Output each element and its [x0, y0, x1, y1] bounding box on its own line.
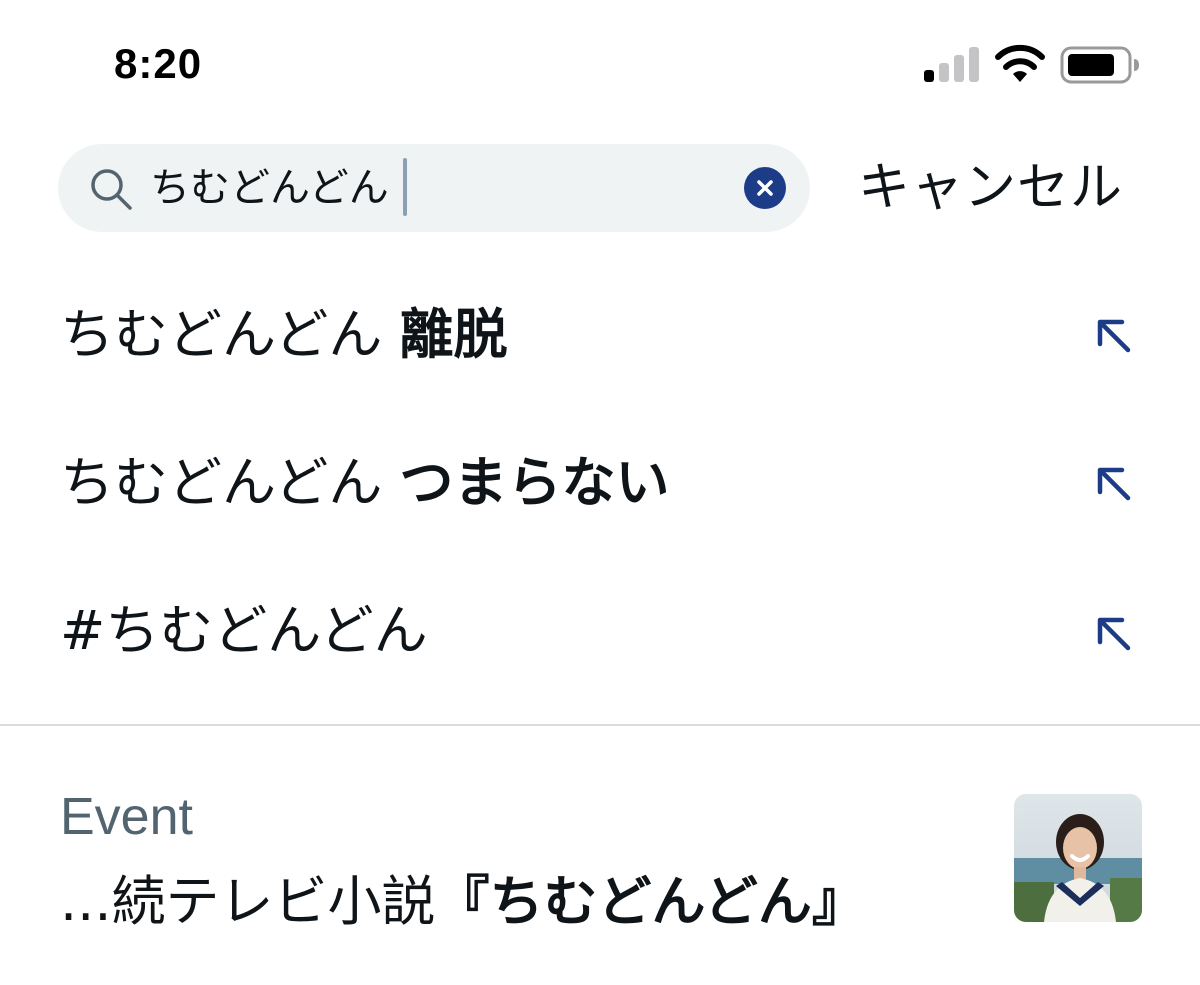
suggestion-text: #ちむどんどん [60, 566, 428, 696]
section-divider [0, 724, 1200, 726]
wifi-icon [995, 44, 1045, 82]
search-suggestion-item[interactable]: ちむどんどん 離脱 [0, 270, 1200, 400]
cellular-signal-icon [924, 47, 979, 82]
cancel-button[interactable]: キャンセル [858, 152, 1123, 224]
search-screen: 8:20 ちむどんどん キャンセル ちむどんどん 離脱 ちむどんどん つまらない… [0, 0, 1200, 985]
battery-icon [1060, 46, 1139, 84]
status-time: 8:20 [114, 40, 203, 87]
event-label: Event [60, 788, 193, 846]
arrow-up-left-icon[interactable] [1092, 462, 1134, 504]
suggestion-text: ちむどんどん つまらない [60, 418, 670, 548]
event-thumbnail-illustration [1014, 794, 1142, 922]
event-title[interactable]: ...続テレビ小説『ちむどんどん』 [60, 866, 866, 938]
suggestion-prefix: ちむどんどん [60, 451, 400, 514]
suggestion-highlight: 離脱 [399, 303, 508, 366]
suggestion-prefix: #ちむどんどん [60, 599, 428, 662]
suggestion-text: ちむどんどん 離脱 [60, 270, 508, 400]
search-suggestion-item[interactable]: #ちむどんどん [0, 566, 1200, 696]
search-query-text[interactable]: ちむどんどん [150, 160, 389, 216]
text-caret [403, 158, 407, 216]
clear-search-button[interactable] [744, 167, 786, 209]
search-suggestion-item[interactable]: ちむどんどん つまらない [0, 418, 1200, 548]
search-icon [91, 169, 132, 210]
event-thumbnail-image[interactable] [1014, 794, 1142, 922]
event-title-highlight: 『ちむどんどん』 [435, 870, 866, 933]
clear-icon [757, 180, 773, 196]
arrow-up-left-icon[interactable] [1092, 612, 1134, 654]
suggestion-prefix: ちむどんどん [60, 303, 400, 366]
suggestion-highlight: つまらない [399, 451, 670, 514]
arrow-up-left-icon[interactable] [1092, 314, 1134, 356]
event-title-prefix: ...続テレビ小説 [60, 870, 436, 933]
